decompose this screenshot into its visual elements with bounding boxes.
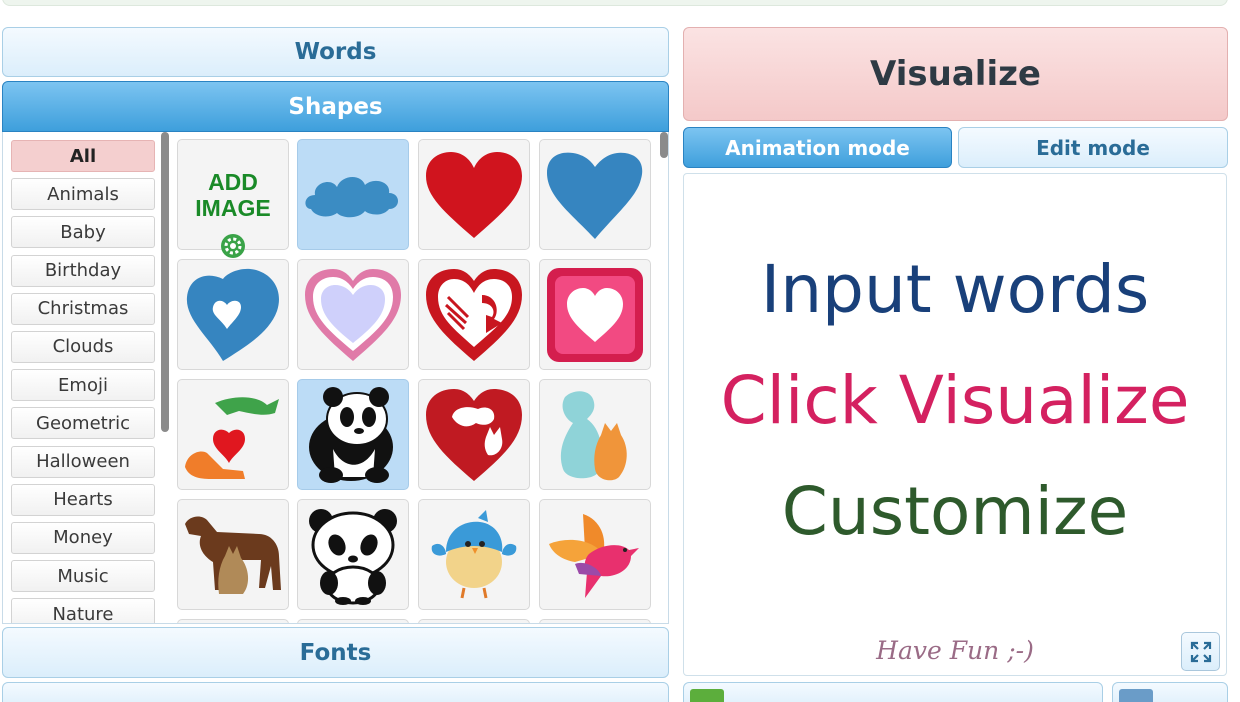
heart-cat-dog-icon	[426, 388, 522, 481]
panda-icon	[309, 386, 393, 483]
shapes-section-header[interactable]: Shapes	[2, 81, 669, 132]
bottom-secondary-button[interactable]	[1112, 682, 1228, 702]
fonts-label: Fonts	[299, 639, 372, 666]
shape-tile-pink-ring-heart[interactable]	[297, 259, 409, 370]
shape-tile-hands-heart[interactable]	[177, 379, 289, 490]
preview-line-3: Customize	[781, 473, 1129, 550]
bottom-action-button[interactable]	[683, 682, 1103, 702]
download-icon	[690, 689, 724, 702]
cloud-icon	[305, 176, 398, 217]
shape-tile-orange-pink-bird[interactable]	[539, 499, 651, 610]
category-birthday[interactable]: Birthday	[11, 254, 155, 287]
category-money[interactable]: Money	[11, 521, 155, 554]
shape-tile-panda[interactable]	[297, 379, 409, 490]
shape-tile-red-heart[interactable]	[418, 139, 530, 250]
orange-pink-bird-icon	[549, 513, 639, 598]
words-section-header[interactable]: Words	[2, 27, 669, 77]
shape-tile-partial[interactable]	[539, 619, 651, 623]
animation-mode-tab[interactable]: Animation mode	[683, 127, 952, 168]
category-music[interactable]: Music	[11, 560, 155, 593]
shape-tile-partial[interactable]	[418, 619, 530, 623]
shape-tile-partial[interactable]	[297, 619, 409, 623]
blue-heart-hole-icon	[186, 268, 279, 361]
edit-mode-tab[interactable]: Edit mode	[958, 127, 1228, 168]
fullscreen-icon	[1190, 641, 1211, 662]
add-image-label: ADD IMAGE	[195, 168, 271, 221]
visualize-button[interactable]: Visualize	[683, 27, 1228, 121]
category-animals[interactable]: Animals	[11, 178, 155, 211]
words-label: Words	[294, 39, 377, 65]
hands-heart-icon	[185, 396, 279, 479]
category-list: All Animals Baby Birthday Christmas Clou…	[11, 140, 155, 623]
share-icon	[1119, 689, 1153, 702]
shape-tile-heart-cat-dog[interactable]	[418, 379, 530, 490]
shape-tile-blue-bird[interactable]	[418, 499, 530, 610]
shapes-panel: All Animals Baby Birthday Christmas Clou…	[2, 132, 669, 624]
fullscreen-button[interactable]	[1181, 632, 1220, 671]
shape-tile-arrow-heart[interactable]	[418, 259, 530, 370]
pink-ring-heart-icon	[305, 268, 401, 361]
shape-tile-cloud[interactable]	[297, 139, 409, 250]
square-heart-icon	[547, 267, 643, 362]
category-nature[interactable]: Nature	[11, 598, 155, 623]
shape-tile-blue-heart[interactable]	[539, 139, 651, 250]
shape-tile-dog-cat-silhouette[interactable]	[177, 499, 289, 610]
gear-icon[interactable]	[220, 233, 246, 259]
shape-tile-pink-square-heart[interactable]	[539, 259, 651, 370]
shapes-label: Shapes	[288, 93, 383, 120]
category-baby[interactable]: Baby	[11, 216, 155, 249]
shapes-scrollbar[interactable]	[660, 132, 668, 158]
shape-tile-cat-dog[interactable]	[539, 379, 651, 490]
layout-section-header[interactable]	[2, 682, 669, 702]
blue-bird-icon	[431, 509, 517, 598]
dog-cat-silhouette-icon	[185, 516, 281, 594]
have-fun-text: Have Fun ;-)	[876, 636, 1034, 665]
preview-canvas: Input words Click Visualize Customize Ha…	[683, 173, 1227, 676]
top-strip	[2, 0, 1228, 6]
shape-tile-blue-heart-outline[interactable]	[177, 259, 289, 370]
cat-dog-icon	[560, 390, 627, 480]
category-geometric[interactable]: Geometric	[11, 407, 155, 440]
red-heart-icon	[426, 151, 522, 238]
category-clouds[interactable]: Clouds	[11, 330, 155, 363]
category-emoji[interactable]: Emoji	[11, 369, 155, 402]
cartoon-panda-icon	[309, 508, 397, 605]
visualize-label: Visualize	[870, 54, 1041, 94]
category-scrollbar[interactable]	[161, 132, 169, 432]
arrow-heart-icon	[426, 268, 522, 361]
category-hearts[interactable]: Hearts	[11, 483, 155, 516]
category-christmas[interactable]: Christmas	[11, 292, 155, 325]
blue-heart-icon	[547, 152, 643, 239]
category-all[interactable]: All	[11, 140, 155, 172]
preview-line-2: Click Visualize	[720, 362, 1190, 439]
category-halloween[interactable]: Halloween	[11, 445, 155, 478]
shape-tile-partial[interactable]	[177, 619, 289, 623]
shape-tile-cartoon-panda[interactable]	[297, 499, 409, 610]
preview-line-1: Input words	[760, 251, 1150, 328]
fonts-section-header[interactable]: Fonts	[2, 627, 669, 678]
